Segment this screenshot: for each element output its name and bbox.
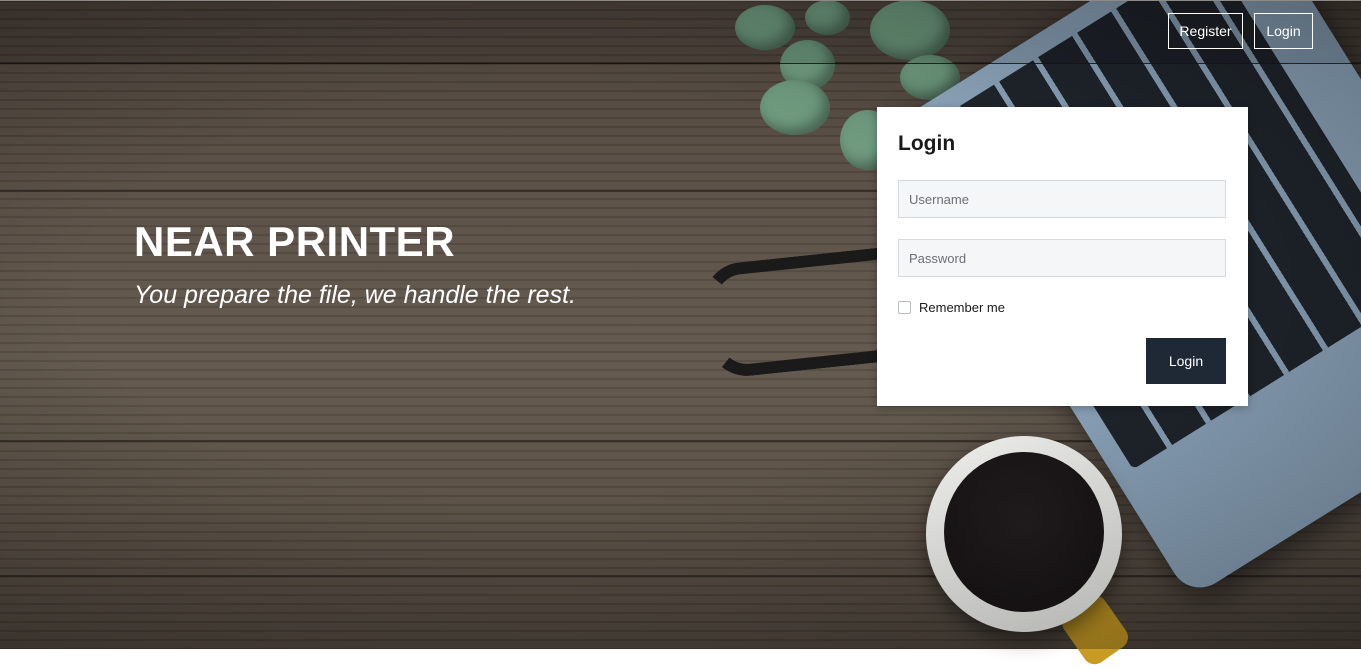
remember-me[interactable]: Remember me: [898, 300, 1005, 315]
remember-me-label: Remember me: [919, 300, 1005, 315]
remember-me-checkbox[interactable]: [898, 301, 911, 314]
register-button[interactable]: Register: [1168, 13, 1243, 49]
login-nav-button[interactable]: Login: [1254, 13, 1313, 49]
login-submit-button[interactable]: Login: [1146, 338, 1226, 384]
login-card: Login Remember me Login: [877, 107, 1248, 406]
login-card-title: Login: [898, 132, 956, 155]
username-input[interactable]: [898, 180, 1226, 218]
brand-tagline: You prepare the file, we handle the rest…: [134, 281, 576, 309]
top-navbar: Register Login: [0, 0, 1361, 64]
password-input[interactable]: [898, 239, 1226, 277]
brand-title: NEAR PRINTER: [134, 218, 456, 265]
